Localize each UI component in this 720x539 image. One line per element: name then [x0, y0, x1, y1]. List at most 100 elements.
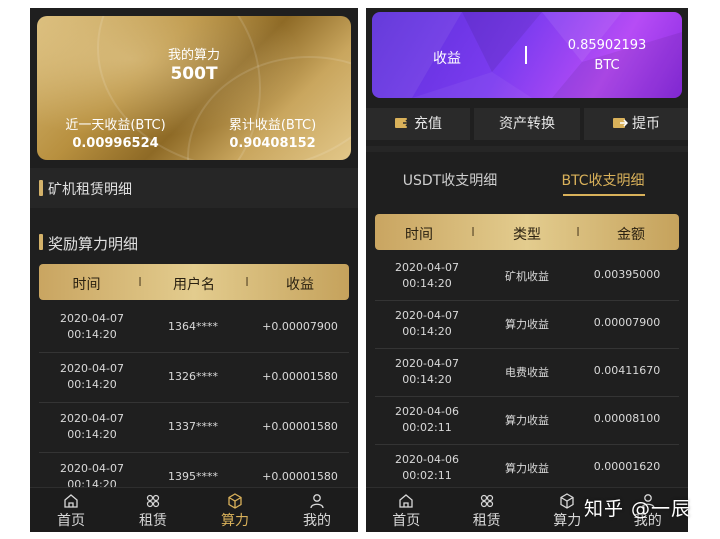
header-separator: I	[471, 225, 475, 239]
row-time: 00:02:11	[402, 469, 452, 482]
row-date: 2020-04-06	[395, 453, 459, 466]
row-amount: 0.00395000	[593, 268, 661, 281]
bottom-tab-bar: 首页 租赁 算力 我的	[30, 487, 358, 532]
right-phone-screen: 收益 0.85902193 BTC 充值 资产转换 提币 USDT收支明细 BT…	[366, 8, 688, 532]
tab-rent[interactable]: 租赁	[447, 492, 528, 530]
row-amount: 0.00411670	[593, 364, 661, 377]
day-income-value: 0.00996524	[72, 136, 159, 151]
left-phone-screen: 我的算力 500T 近一天收益(BTC) 累计收益(BTC) 0.0099652…	[30, 8, 358, 532]
accent-bar	[39, 180, 43, 196]
button-label: 充值	[414, 116, 442, 132]
asset-convert-button[interactable]: 资产转换	[474, 108, 580, 140]
day-income-label: 近一天收益(BTC)	[65, 118, 166, 133]
header-type: 类型	[513, 227, 541, 243]
home-icon	[64, 494, 78, 508]
home-icon	[399, 494, 413, 508]
table-row: 2020-04-07 00:14:20 1326**** +0.00001580	[39, 352, 349, 403]
button-label: 资产转换	[499, 116, 555, 132]
table-row: 2020-04-06 00:02:11 算力收益 0.00001620	[375, 444, 679, 493]
row-income: +0.00001580	[262, 420, 338, 433]
tab-label: 算力	[553, 513, 582, 529]
header-time: 时间	[72, 277, 101, 293]
reward-section-title: 奖励算力明细	[48, 235, 139, 253]
income-card: 收益 0.85902193 BTC	[372, 12, 682, 98]
active-tab-underline	[563, 194, 645, 196]
row-income: +0.00001580	[262, 370, 338, 383]
table-row: 2020-04-07 00:14:20 1364**** +0.00007900	[39, 302, 349, 353]
mining-power-card: 我的算力 500T 近一天收益(BTC) 累计收益(BTC) 0.0099652…	[37, 16, 351, 160]
income-value: 0.85902193	[567, 38, 647, 53]
tab-label: 租赁	[472, 513, 501, 529]
my-power-label: 我的算力	[167, 48, 220, 63]
header-amount: 金额	[617, 227, 645, 243]
header-time: 时间	[405, 227, 433, 243]
tab-label: 算力	[221, 513, 249, 529]
user-icon	[310, 494, 324, 509]
tab-usdt-detail[interactable]: USDT收支明细	[380, 170, 520, 190]
reward-table-header: 时间 I 用户名 I 收益	[39, 264, 349, 300]
row-date: 2020-04-07	[60, 312, 124, 325]
tab-label: 我的	[303, 513, 331, 529]
grid-icon	[146, 494, 160, 508]
row-username: 1326****	[168, 370, 218, 383]
withdraw-button[interactable]: 提币	[584, 108, 688, 140]
row-income: +0.00007900	[262, 320, 338, 333]
wallet-in-icon	[395, 118, 411, 128]
row-username: 1337****	[168, 420, 218, 433]
row-income: +0.00001580	[262, 470, 338, 483]
accent-bar	[39, 234, 43, 250]
row-time: 00:14:20	[67, 428, 117, 441]
reward-section-header: 奖励算力明细	[30, 224, 358, 258]
row-date: 2020-04-07	[60, 462, 124, 475]
row-time: 00:02:11	[402, 421, 452, 434]
divider	[366, 146, 688, 152]
table-row: 2020-04-07 00:14:20 算力收益 0.00007900	[375, 300, 679, 349]
cube-icon	[560, 493, 574, 509]
recharge-button[interactable]: 充值	[366, 108, 470, 140]
table-row: 2020-04-07 00:14:20 矿机收益 0.00395000	[375, 252, 679, 301]
tab-rent[interactable]: 租赁	[112, 492, 194, 530]
rental-detail-title: 矿机租赁明细	[48, 182, 132, 198]
row-time: 00:14:20	[67, 378, 117, 391]
row-username: 1364****	[168, 320, 218, 333]
row-type: 算力收益	[505, 318, 549, 331]
tab-label: 首页	[392, 513, 421, 529]
header-username: 用户名	[173, 277, 215, 293]
row-time: 00:14:20	[67, 328, 117, 341]
action-buttons: 充值 资产转换 提币	[366, 108, 688, 140]
row-amount: 0.00008100	[593, 412, 661, 425]
row-time: 00:14:20	[402, 373, 452, 386]
row-date: 2020-04-06	[395, 405, 459, 418]
row-type: 矿机收益	[505, 270, 549, 283]
income-label: 收益	[433, 51, 461, 67]
my-power-value: 500T	[170, 64, 218, 84]
row-type: 算力收益	[505, 414, 549, 427]
tab-power[interactable]: 算力	[194, 492, 276, 530]
row-date: 2020-04-07	[395, 261, 459, 274]
cube-icon	[228, 493, 242, 509]
tab-home[interactable]: 首页	[30, 492, 112, 530]
header-income: 收益	[286, 277, 314, 293]
row-date: 2020-04-07	[60, 362, 124, 375]
table-row: 2020-04-06 00:02:11 算力收益 0.00008100	[375, 396, 679, 445]
row-type: 电费收益	[505, 366, 549, 379]
button-label: 提币	[632, 116, 660, 132]
rental-detail-row[interactable]: 矿机租赁明细	[30, 168, 358, 208]
row-amount: 0.00007900	[593, 316, 661, 329]
tab-label: 租赁	[139, 513, 167, 529]
header-separator: I	[576, 225, 580, 239]
grid-icon	[480, 494, 493, 508]
watermark-text: 知乎 @一辰	[584, 498, 692, 520]
row-time: 00:14:20	[402, 325, 452, 338]
row-date: 2020-04-07	[395, 309, 459, 322]
tab-home[interactable]: 首页	[366, 492, 447, 530]
card-divider	[525, 46, 527, 64]
row-type: 算力收益	[505, 462, 549, 475]
row-date: 2020-04-07	[60, 412, 124, 425]
tab-mine[interactable]: 我的	[276, 492, 358, 530]
detail-tabs: USDT收支明细 BTC收支明细	[366, 158, 688, 208]
table-row: 2020-04-07 00:14:20 电费收益 0.00411670	[375, 348, 679, 397]
table-row: 2020-04-07 00:14:20 1337**** +0.00001580	[39, 402, 349, 453]
tab-btc-detail[interactable]: BTC收支明细	[538, 170, 668, 190]
tab-label: 首页	[57, 513, 85, 529]
